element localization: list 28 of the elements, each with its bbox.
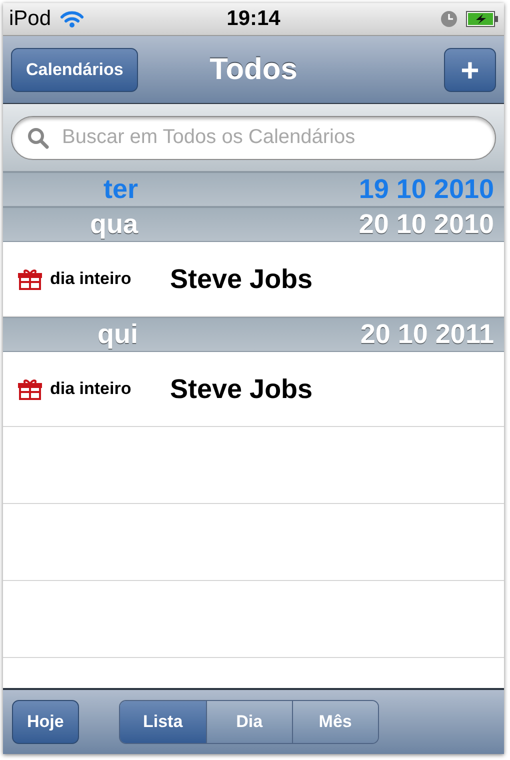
- event-title: Steve Jobs: [170, 262, 313, 296]
- view-segment[interactable]: Mês: [292, 701, 378, 743]
- date-label: 19 10 2010: [358, 173, 494, 206]
- search-field[interactable]: Buscar em Todos os Calendários: [11, 116, 496, 160]
- today-button[interactable]: Hoje: [12, 700, 79, 744]
- wifi-icon: [59, 9, 86, 29]
- status-time: 19:14: [226, 6, 280, 32]
- device-name: iPod: [9, 6, 52, 32]
- weekday-label: qui: [96, 318, 138, 352]
- view-segment[interactable]: Lista: [120, 701, 206, 743]
- gift-icon: [18, 378, 42, 400]
- add-button[interactable]: +: [444, 48, 496, 92]
- event-time: dia inteiro: [50, 268, 132, 290]
- gift-icon: [18, 268, 42, 290]
- battery-icon: [466, 11, 498, 27]
- clock-icon: [440, 10, 458, 28]
- nav-title: Todos: [210, 52, 298, 88]
- weekday-label: qua: [88, 208, 138, 242]
- event-time: dia inteiro: [50, 378, 132, 400]
- event-row[interactable]: dia inteiro Steve Jobs: [3, 352, 504, 427]
- view-segment[interactable]: Dia: [206, 701, 292, 743]
- search-icon: [27, 126, 49, 148]
- calendars-button[interactable]: Calendários: [11, 48, 138, 92]
- event-title: Steve Jobs: [170, 372, 313, 406]
- date-label: 20 10 2010: [358, 208, 494, 242]
- weekday-label: ter: [102, 173, 138, 206]
- event-row[interactable]: dia inteiro Steve Jobs: [3, 242, 504, 317]
- date-label: 20 10 2011: [360, 318, 494, 352]
